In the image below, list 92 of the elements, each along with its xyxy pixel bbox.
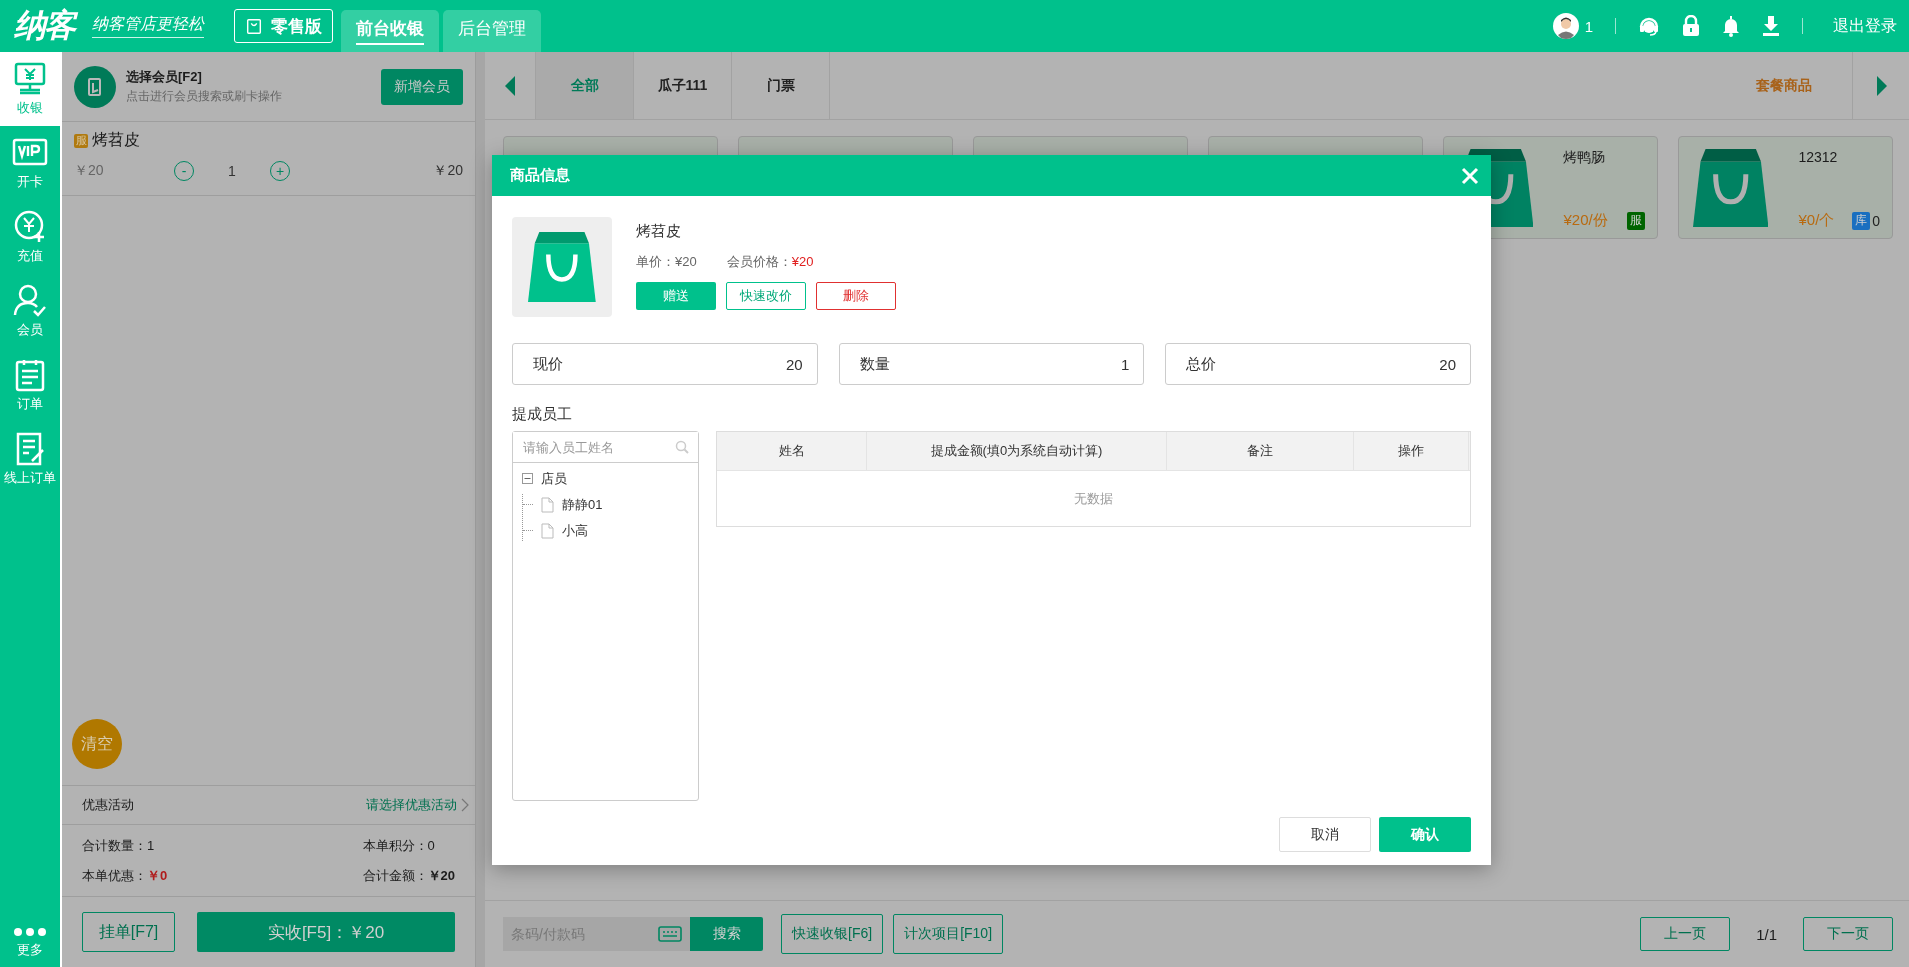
- promo-label: 优惠活动: [82, 796, 134, 814]
- clear-button[interactable]: 清空: [72, 719, 122, 769]
- bag-icon: [245, 17, 263, 35]
- close-icon[interactable]: [1461, 166, 1479, 185]
- nav-tab[interactable]: 后台管理: [443, 10, 541, 52]
- value-field[interactable]: 数量 1: [838, 343, 1145, 385]
- member-title[interactable]: 选择会员[F2]: [126, 68, 282, 86]
- nav-item[interactable]: 订单: [0, 348, 60, 422]
- cancel-button[interactable]: 取消: [1279, 817, 1371, 852]
- product-name: 烤苕皮: [636, 222, 682, 241]
- keyboard-icon[interactable]: [658, 926, 682, 942]
- hold-order-button[interactable]: 挂单[F7]: [82, 912, 175, 952]
- value-field[interactable]: 总价 20: [1165, 343, 1471, 385]
- add-member-button[interactable]: 新增会员: [381, 68, 463, 105]
- nav-item[interactable]: 会员: [0, 274, 60, 348]
- edition-button[interactable]: 零售版: [234, 9, 333, 43]
- member-hint: 点击进行会员搜索或刷卡操作: [126, 88, 282, 105]
- product-name: 烤鸭肠: [1563, 149, 1607, 167]
- bag-icon: [528, 232, 596, 302]
- user-count: 1: [1584, 17, 1593, 35]
- next-page-button[interactable]: 下一页: [1803, 917, 1893, 951]
- order-points: 本单积分：0: [362, 836, 436, 855]
- empty-message: 无数据: [1074, 490, 1113, 508]
- product-card[interactable]: 12312 ¥0/个 库 0: [1678, 136, 1893, 239]
- bag-icon: [1693, 149, 1769, 227]
- gift-button[interactable]: 赠送: [636, 282, 716, 310]
- product-price: ¥0/个: [1798, 211, 1835, 230]
- member-card-icon[interactable]: [74, 65, 116, 108]
- download-icon[interactable]: [1762, 15, 1780, 37]
- more-icon: [12, 925, 48, 939]
- file-icon: [541, 496, 554, 513]
- product-tag: 服: [1627, 211, 1645, 230]
- nav-item[interactable]: 更多: [0, 909, 60, 967]
- modal-title: 商品信息: [510, 166, 570, 185]
- column-header: 操作: [1354, 432, 1469, 470]
- category-tag: 服: [74, 133, 88, 148]
- file-icon: [541, 522, 554, 539]
- package-goods-tab[interactable]: 套餐商品: [1756, 76, 1812, 95]
- item-quantity: 1: [227, 163, 237, 179]
- page-indicator: 1/1: [1756, 925, 1777, 943]
- tree-item[interactable]: 店员: [541, 469, 567, 488]
- item-price: ￥20: [74, 162, 105, 180]
- slogan: 纳客管店更轻松: [92, 14, 204, 38]
- order-discount: 本单优惠：￥0: [82, 866, 169, 885]
- confirm-button[interactable]: 确认: [1379, 817, 1471, 852]
- headset-icon[interactable]: [1638, 15, 1660, 37]
- category-tab[interactable]: 门票: [732, 52, 830, 119]
- prev-page-button[interactable]: 上一页: [1640, 917, 1731, 951]
- panel-splitter[interactable]: [475, 52, 485, 967]
- member-price: 会员价格：¥20: [726, 253, 814, 271]
- product-name: 12312: [1798, 149, 1839, 165]
- triangle-right-icon: [1877, 75, 1887, 96]
- quick-button[interactable]: 快速收银[F6]: [781, 914, 884, 954]
- search-button[interactable]: 搜索: [690, 917, 763, 951]
- product-tag: 库: [1852, 211, 1871, 230]
- nav-item[interactable]: 充值: [0, 200, 60, 274]
- collapse-icon[interactable]: [522, 473, 533, 484]
- triangle-left-icon: [505, 75, 515, 96]
- monitor-icon: [12, 61, 48, 97]
- value-field[interactable]: 现价 20: [512, 343, 818, 385]
- category-tab[interactable]: 全部: [536, 52, 634, 119]
- avatar-icon[interactable]: [1552, 13, 1579, 39]
- column-header: 备注: [1167, 432, 1354, 470]
- logout-link[interactable]: 退出登录: [1833, 15, 1897, 37]
- change-price-button[interactable]: 快速改价: [726, 282, 806, 310]
- section-label: 提成员工: [512, 405, 573, 424]
- item-name: 烤苕皮: [92, 130, 140, 150]
- bell-icon[interactable]: [1722, 15, 1740, 37]
- chevron-right-icon: [461, 798, 469, 812]
- tree-item[interactable]: 小高: [562, 521, 588, 540]
- total-quantity: 合计数量：1: [82, 836, 156, 855]
- tree-item[interactable]: 静静01: [562, 495, 603, 514]
- checkout-button[interactable]: 实收[F5]：￥20: [197, 912, 455, 952]
- unit-price: 单价：¥20: [636, 253, 697, 271]
- product-price: ¥20/份: [1563, 211, 1608, 230]
- column-header: 提成金额(填0为系统自动计算): [867, 432, 1167, 470]
- staff-search-field[interactable]: 请输入员工姓名: [513, 432, 698, 463]
- total-amount: 合计金额：￥20: [362, 866, 455, 885]
- nav-item[interactable]: 收银: [0, 52, 60, 126]
- column-header: 姓名: [717, 432, 867, 470]
- nav-item[interactable]: 线上订单: [0, 422, 60, 496]
- lock-icon[interactable]: [1682, 15, 1700, 37]
- search-icon[interactable]: [675, 440, 689, 454]
- nav-tab[interactable]: 前台收银: [341, 10, 439, 52]
- promo-select[interactable]: 请选择优惠活动: [366, 796, 469, 814]
- stock-count: 0: [1872, 212, 1880, 229]
- quick-button[interactable]: 计次项目[F10]: [893, 914, 1004, 954]
- nav-item[interactable]: 开卡: [0, 126, 60, 200]
- item-subtotal: ￥20: [433, 162, 463, 180]
- category-tab[interactable]: 瓜子111: [634, 52, 732, 119]
- delete-button[interactable]: 删除: [816, 282, 896, 310]
- member-check-icon: [12, 283, 48, 319]
